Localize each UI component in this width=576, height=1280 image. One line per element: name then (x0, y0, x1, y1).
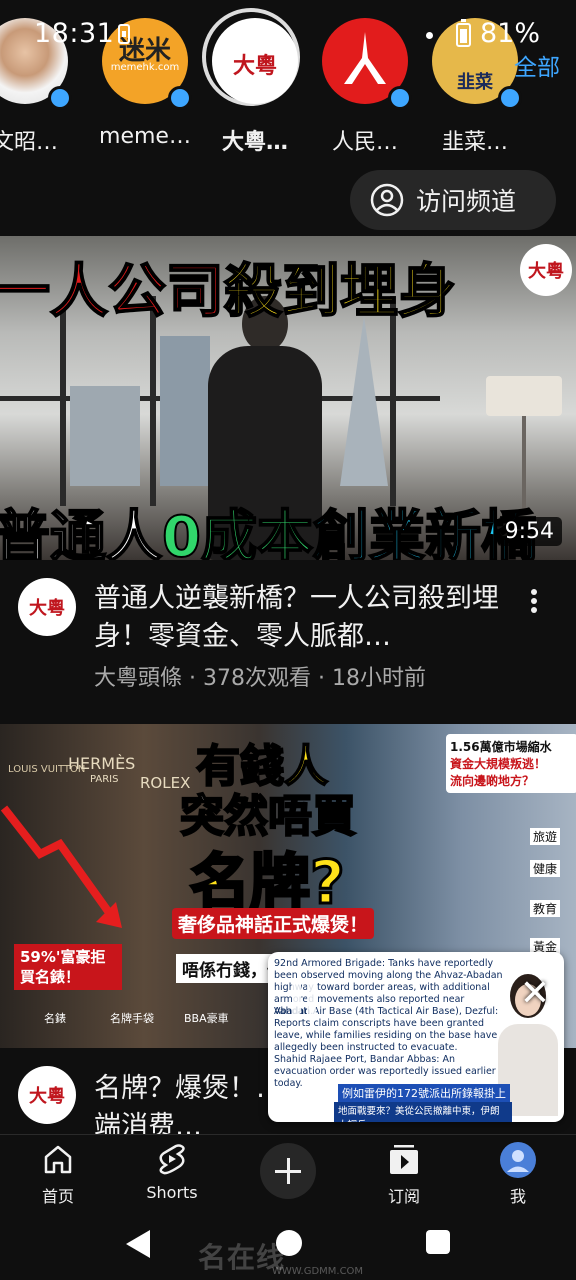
thumbnail-headline-red: 一人公司 (0, 256, 225, 326)
subscriptions-row: 文昭… 迷米 memehk.com meme… 大粵 大粵… 人民… 韭菜 韭菜… (0, 0, 576, 170)
building (340, 316, 388, 486)
subscription-name: 大粵… (221, 130, 288, 155)
subscription-name: meme… (99, 124, 191, 149)
all-subscriptions-link[interactable]: 全部 (514, 48, 560, 82)
view-count: 378次观看 (203, 666, 311, 691)
thumbnail-headline-yellow: 殺到埋身 (223, 256, 457, 326)
falling-arrow (0, 805, 122, 928)
recent-apps-icon[interactable] (426, 1230, 450, 1254)
thumbnail-subheadline-white: 普通人 (0, 504, 163, 560)
nav-home-label: 首页 (41, 1187, 74, 1206)
avatar: 大粵 (212, 18, 298, 104)
shorts-icon (159, 1144, 185, 1175)
nav-me[interactable]: 我 (470, 1135, 566, 1211)
subscription-name: 人民… (331, 130, 398, 155)
crossed-item-label: 名錶 (44, 1012, 66, 1025)
subscription-item[interactable]: 韭菜 韭菜… (420, 14, 530, 164)
thumbnail-subheadline: 普通人0成本創業新橋 (0, 492, 538, 560)
channel-avatar[interactable]: 大粵 (18, 1066, 76, 1124)
visit-channel-button[interactable]: 访问频道 (350, 170, 556, 230)
close-icon[interactable]: ✕ (520, 976, 550, 1012)
avatar-icon (500, 1142, 536, 1178)
nav-subscriptions-label: 订阅 (387, 1187, 420, 1206)
nav-shorts[interactable]: Shorts (124, 1135, 220, 1211)
pause-icon[interactable] (290, 978, 320, 1018)
back-icon[interactable] (126, 1230, 150, 1258)
thumbnail-subheadline-green: 0成本 (161, 504, 314, 560)
upload-age: 18小时前 (331, 666, 426, 691)
avatar-logo-subtext: memehk.com (110, 62, 180, 73)
lamp (486, 376, 562, 416)
thumbnail-stat: 59%'富豪拒買名錶！ (14, 944, 122, 990)
new-content-dot (388, 86, 412, 110)
brand-logo: HERMÈS (68, 754, 136, 773)
nav-subscriptions[interactable]: 订阅 (356, 1135, 452, 1211)
new-content-dot (168, 86, 192, 110)
window-frame (60, 306, 66, 506)
new-content-dot (498, 86, 522, 110)
system-navigation-bar: 名在线 WWW.GDMM.COM (0, 1210, 576, 1280)
subscription-item[interactable]: 文昭… (0, 14, 80, 164)
nav-me-label: 我 (509, 1187, 526, 1206)
more-options-icon[interactable] (524, 586, 544, 622)
news-ticker: 例如雷伊的172號派出所錄報掛上 (338, 1084, 510, 1102)
subscription-item[interactable]: 人民… (310, 14, 420, 164)
side-line: 流向邊啲地方？ (450, 774, 535, 788)
video-thumbnail[interactable]: 一人公司殺到埋身 大粵 普通人0成本創業新橋 9:54 (0, 236, 576, 560)
flow-label: 健康 (530, 860, 561, 877)
thumbnail-banner: 奢侈品神話正式爆煲！ (172, 908, 375, 939)
watermark-url: WWW.GDMM.COM (272, 1266, 364, 1277)
thumbnail-side-box: 1.56萬億市場縮水 資金大規模叛逃！ 流向邊啲地方？ (446, 734, 576, 793)
account-circle-icon (370, 183, 404, 217)
mini-player[interactable]: 92nd Armored Brigade: Tanks have reporte… (268, 952, 564, 1122)
bottom-navigation: 首页 Shorts 订阅 我 (0, 1134, 576, 1211)
new-content-dot (48, 86, 72, 110)
create-button[interactable] (260, 1143, 316, 1199)
channel-avatar[interactable]: 大粵 (18, 578, 76, 636)
subscription-item[interactable]: 迷米 memehk.com meme… (90, 14, 200, 164)
nav-home[interactable]: 首页 (10, 1135, 106, 1211)
home-icon (44, 1145, 72, 1174)
crossed-item-label: 名牌手袋 (110, 1012, 154, 1025)
video-title[interactable]: 普通人逆襲新橋？一人公司殺到埋身！零資金、零人脈都… (94, 580, 514, 656)
crossed-item-label: BBA豪車 (184, 1012, 229, 1025)
subscription-item-selected[interactable]: 大粵 大粵… (200, 8, 310, 164)
flow-label: 教育 (530, 900, 561, 917)
channel-watermark-badge: 大粵 (520, 244, 572, 296)
visit-channel-label: 访问频道 (416, 187, 517, 216)
subscriptions-icon (390, 1145, 418, 1174)
nav-shorts-label: Shorts (146, 1183, 198, 1202)
channel-name: 大粵頭條 (94, 666, 183, 691)
subscription-name: 文昭… (0, 130, 58, 155)
side-line: 1.56萬億市場縮水 (450, 740, 552, 754)
flow-label: 旅遊 (530, 828, 561, 845)
news-ticker: 地面戰要來？美從公民撤離中東，伊朗大調兵 (334, 1102, 512, 1122)
avatar-logo-text: 大粵 (232, 54, 277, 79)
thumbnail-headline: 一人公司殺到埋身 (0, 244, 457, 328)
brand-logo: PARIS (90, 774, 119, 785)
subscription-name: 韭菜… (441, 130, 508, 155)
video-duration: 9:54 (496, 517, 562, 546)
building (70, 386, 140, 486)
video-metadata: 大粵頭條 · 378次观看 · 18小时前 (94, 666, 426, 691)
side-line: 資金大規模叛逃！ (450, 757, 547, 771)
